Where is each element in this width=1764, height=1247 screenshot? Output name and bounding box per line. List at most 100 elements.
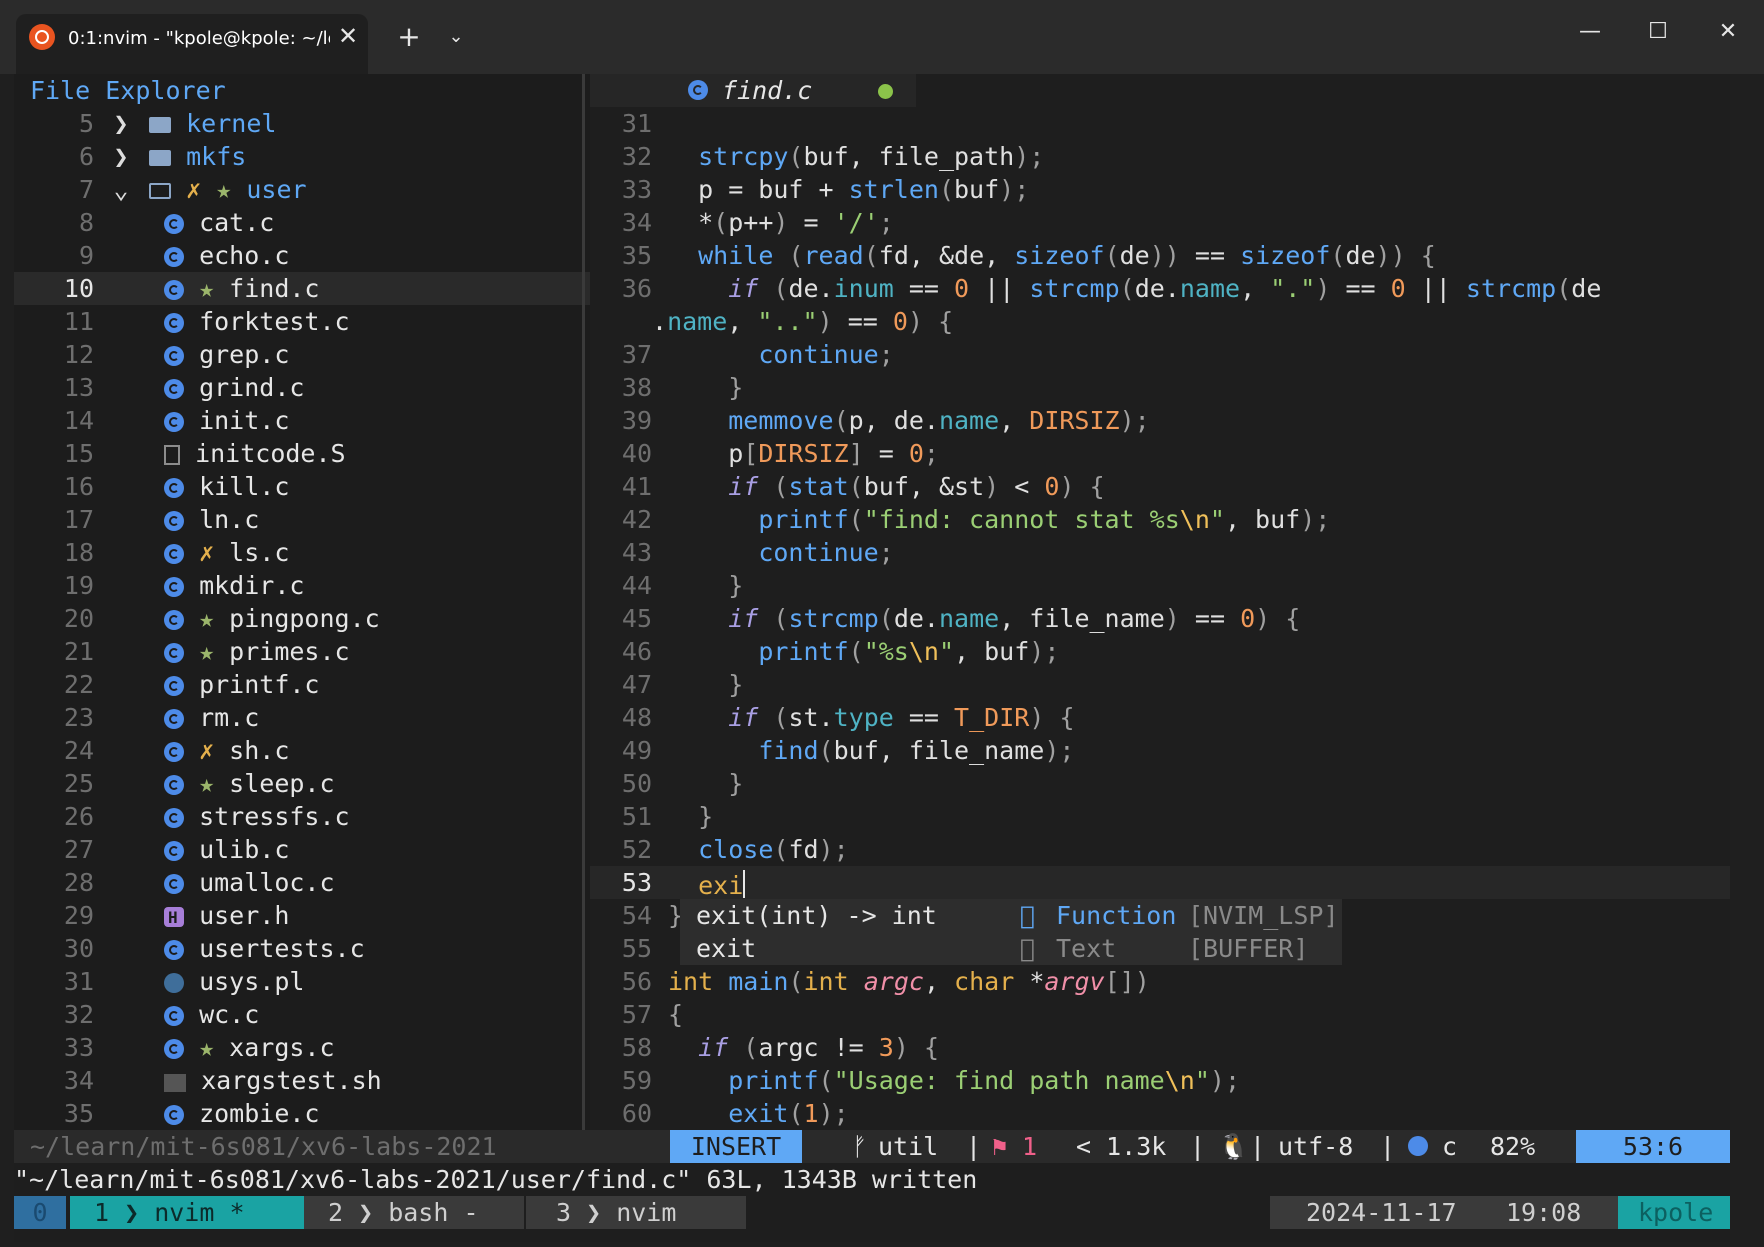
explorer-item[interactable]: 12 grep.c bbox=[14, 338, 655, 371]
explorer-item[interactable]: 6 ❯ mkfs bbox=[14, 140, 655, 173]
code-token: , bbox=[999, 406, 1030, 435]
tmux-window-3[interactable]: 3 ❯ nvim bbox=[526, 1196, 746, 1229]
tab-dropdown-icon[interactable]: ⌄ bbox=[440, 20, 472, 54]
close-tab-icon[interactable]: ✕ bbox=[334, 22, 362, 50]
code-line[interactable]: 56 int main(int argc, char *argv[]) bbox=[590, 965, 1730, 998]
explorer-item[interactable]: 34 xargstest.sh bbox=[14, 1064, 655, 1097]
explorer-item[interactable]: 21 ★ primes.c bbox=[14, 635, 655, 668]
code-token: '/' bbox=[833, 208, 879, 237]
file-name: grind.c bbox=[199, 373, 305, 402]
code-line[interactable]: 37 continue; bbox=[590, 338, 1730, 371]
code-line[interactable]: 34 *(p++) = '/'; bbox=[590, 206, 1730, 239]
code-line[interactable]: 40 p[DIRSIZ] = 0; bbox=[590, 437, 1730, 470]
line-number: 52 bbox=[621, 835, 652, 864]
code-area[interactable]: 31 32 strcpy(buf, file_path); 33 p = buf +… bbox=[590, 107, 1730, 1130]
code-line[interactable]: 53 exi bbox=[590, 866, 1730, 900]
explorer-item[interactable]: 30 usertests.c bbox=[14, 932, 655, 965]
explorer-item[interactable]: 13 grind.c bbox=[14, 371, 655, 404]
completion-item[interactable]: exit 󰉿 Text [BUFFER] bbox=[680, 932, 1342, 965]
explorer-item[interactable]: 15 initcode.S bbox=[14, 437, 655, 470]
maximize-button[interactable]: ☐ bbox=[1630, 14, 1686, 50]
code-line[interactable]: 46 printf("%s\n", buf); bbox=[590, 635, 1730, 668]
code-token: * bbox=[668, 208, 714, 237]
explorer-item[interactable]: 20 ★ pingpong.c bbox=[14, 602, 655, 635]
code-line[interactable]: 59 printf("Usage: find path name\n"); bbox=[590, 1064, 1730, 1097]
code-token: if bbox=[728, 703, 759, 732]
code-line[interactable]: 49 find(buf, file_name); bbox=[590, 734, 1730, 767]
explorer-item[interactable]: 32 wc.c bbox=[14, 998, 655, 1031]
code-token: strcmp bbox=[1465, 274, 1557, 303]
code-line[interactable]: .name, "..") == 0) { bbox=[590, 305, 1730, 338]
code-token: } bbox=[728, 769, 744, 798]
split-divider[interactable] bbox=[582, 74, 585, 1130]
completion-item[interactable]: exit(int) -> int 󰊕 Function [NVIM_LSP] bbox=[680, 899, 1342, 932]
code-line[interactable]: 58 if (argc != 3) { bbox=[590, 1031, 1730, 1064]
explorer-item[interactable]: 14 init.c bbox=[14, 404, 655, 437]
explorer-item[interactable]: 10 ★ find.c bbox=[14, 272, 655, 305]
code-line[interactable]: 33 p = buf + strlen(buf); bbox=[590, 173, 1730, 206]
explorer-item[interactable]: 31 usys.pl bbox=[14, 965, 655, 998]
code-line[interactable]: 50 } bbox=[590, 767, 1730, 800]
explorer-item[interactable]: 8 cat.c bbox=[14, 206, 655, 239]
tmux-window-2[interactable]: 2 ❯ bash - bbox=[304, 1196, 524, 1229]
terminal-content[interactable]: File Explorer 5 ❯ kernel 6 ❯ mkfs 7 ⌄ ✗ ★ use… bbox=[14, 74, 1730, 1242]
explorer-item[interactable]: 28 umalloc.c bbox=[14, 866, 655, 899]
code-text: close(fd); bbox=[668, 833, 849, 866]
code-line[interactable]: 38 } bbox=[590, 371, 1730, 404]
modified-mark-icon: ✗ bbox=[186, 175, 217, 204]
explorer-item[interactable]: 26 stressfs.c bbox=[14, 800, 655, 833]
code-text: if (stat(buf, &st) < 0) { bbox=[668, 470, 1104, 503]
explorer-item[interactable]: 9 echo.c bbox=[14, 239, 655, 272]
explorer-item[interactable]: 7 ⌄ ✗ ★ user bbox=[14, 173, 655, 206]
code-line[interactable]: 42 printf("find: cannot stat %s\n", buf)… bbox=[590, 503, 1730, 536]
code-line[interactable]: 41 if (stat(buf, &st) < 0) { bbox=[590, 470, 1730, 503]
explorer-item[interactable]: 35 zombie.c bbox=[14, 1097, 655, 1130]
explorer-item[interactable]: 23 rm.c bbox=[14, 701, 655, 734]
code-line[interactable]: 48 if (st.type == T_DIR) { bbox=[590, 701, 1730, 734]
code-line[interactable]: 44 } bbox=[590, 569, 1730, 602]
explorer-item-body: cat.c bbox=[164, 206, 274, 239]
explorer-item[interactable]: 27 ulib.c bbox=[14, 833, 655, 866]
explorer-item[interactable]: 22 printf.c bbox=[14, 668, 655, 701]
code-line[interactable]: 57 { bbox=[590, 998, 1730, 1031]
code-line[interactable]: 47 } bbox=[590, 668, 1730, 701]
explorer-item[interactable]: 11 forktest.c bbox=[14, 305, 655, 338]
code-line[interactable]: 43 continue; bbox=[590, 536, 1730, 569]
tmux-session[interactable]: 0 bbox=[14, 1196, 66, 1229]
minimize-button[interactable]: — bbox=[1562, 14, 1618, 50]
explorer-item[interactable]: 16 kill.c bbox=[14, 470, 655, 503]
file-name: ls.c bbox=[229, 538, 290, 567]
chevron-right-icon[interactable]: ❯ bbox=[108, 107, 134, 140]
code-line[interactable]: 60 exit(1); bbox=[590, 1097, 1730, 1130]
code-line[interactable]: 35 while (read(fd, &de, sizeof(de)) == s… bbox=[590, 239, 1730, 272]
cursor-position: 53:6 bbox=[1576, 1130, 1730, 1163]
code-line[interactable]: 39 memmove(p, de.name, DIRSIZ); bbox=[590, 404, 1730, 437]
terminal-tab[interactable]: 0:1:nvim - "kpole@kpole: ~/le ✕ bbox=[16, 14, 368, 74]
explorer-item[interactable]: 29 user.h bbox=[14, 899, 655, 934]
file-name: user.h bbox=[199, 901, 290, 930]
line-number: 59 bbox=[621, 1066, 652, 1095]
explorer-title: File Explorer bbox=[30, 76, 226, 105]
tmux-window-1[interactable]: 1 ❯ nvim * bbox=[70, 1196, 310, 1229]
code-line[interactable]: 45 if (strcmp(de.name, file_name) == 0) … bbox=[590, 602, 1730, 635]
explorer-item[interactable]: 24 ✗ sh.c bbox=[14, 734, 655, 767]
explorer-item[interactable]: 25 ★ sleep.c bbox=[14, 767, 655, 800]
explorer-item[interactable]: 5 ❯ kernel bbox=[14, 107, 655, 140]
code-line[interactable]: 32 strcpy(buf, file_path); bbox=[590, 140, 1730, 173]
editor-pane[interactable]: find.c 31 32 strcpy(buf, file_path); 33 p … bbox=[590, 74, 1730, 1130]
chevron-down-icon[interactable]: ⌄ bbox=[108, 173, 134, 206]
explorer-item[interactable]: 17 ln.c bbox=[14, 503, 655, 536]
code-line[interactable]: 52 close(fd); bbox=[590, 833, 1730, 866]
line-number: 6 bbox=[78, 142, 94, 171]
code-line[interactable]: 51 } bbox=[590, 800, 1730, 833]
close-window-button[interactable]: ✕ bbox=[1700, 14, 1756, 50]
new-tab-button[interactable]: + bbox=[392, 20, 426, 54]
explorer-item[interactable]: 19 mkdir.c bbox=[14, 569, 655, 602]
code-line[interactable]: 36 if (de.inum == 0 || strcmp(de.name, "… bbox=[590, 272, 1730, 305]
explorer-item[interactable]: 18 ✗ ls.c bbox=[14, 536, 655, 569]
explorer-item[interactable]: 33 ★ xargs.c bbox=[14, 1031, 655, 1064]
code-line[interactable]: 31 bbox=[590, 107, 1730, 140]
chevron-right-icon[interactable]: ❯ bbox=[108, 140, 134, 173]
